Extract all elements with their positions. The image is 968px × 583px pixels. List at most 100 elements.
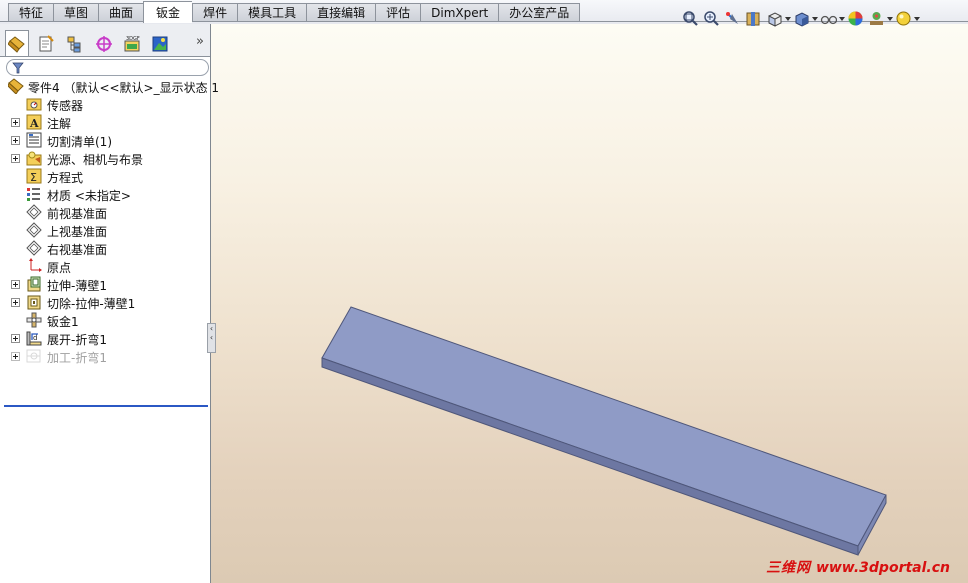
expand-toggle-icon[interactable] [11,298,20,307]
tree-item-label: 展开-折弯1 [47,333,107,347]
plane-icon [26,204,42,220]
section-view-icon[interactable] [745,9,764,28]
tab-0[interactable]: 特征 [8,3,54,22]
feature-tree: 零件4 （默认<<默认>_显示状态 1 传感器 A 注解切割清单(1) 光源、相机与布… [0,77,219,365]
svg-text:d: d [33,334,37,342]
tree-item-label: 材质 <未指定> [47,189,131,203]
expand-toggle-icon[interactable] [11,352,20,361]
tree-item-label: 切割清单(1) [47,135,112,149]
sensors-folder-icon [26,96,42,112]
tree-item-14[interactable]: 加工-折弯1 [0,347,210,365]
part-icon [7,78,24,95]
tree-item-0[interactable]: 传感器 [0,95,210,113]
cut-extrude-thin-icon [26,294,42,310]
tab-5[interactable]: 模具工具 [237,3,307,22]
tree-item-1[interactable]: A 注解 [0,113,210,131]
panel-collapse-handle[interactable]: ‹ ‹ [207,323,216,353]
unfold-icon: d [26,330,42,346]
zoom-to-fit-icon[interactable] [682,9,701,28]
sheet-metal-part-model[interactable] [211,24,968,583]
feature-manager-body: 零件4 （默认<<默认>_显示状态 1 传感器 A 注解切割清单(1) 光源、相机与布… [0,56,219,583]
configuration-manager-icon[interactable] [63,32,87,56]
previous-view-icon[interactable] [724,9,743,28]
view-settings-icon[interactable] [895,9,920,28]
cut-list-icon [26,132,42,148]
expand-toggle-icon[interactable] [11,280,20,289]
rollback-bar[interactable] [4,405,208,407]
svg-text:3DGF: 3DGF [126,36,140,42]
part-top-face [321,306,887,547]
tree-item-label: 原点 [47,261,72,275]
tab-9[interactable]: 办公室产品 [498,3,581,22]
dimxpert-manager-icon[interactable] [92,32,116,56]
tree-item-11[interactable]: 切除-拉伸-薄壁1 [0,293,210,311]
tree-item-label: 拉伸-薄壁1 [47,279,107,293]
tree-item-label: 方程式 [47,171,84,185]
zoom-to-area-icon[interactable] [703,9,722,28]
tab-4[interactable]: 焊件 [192,3,238,22]
svg-text:A: A [29,117,39,130]
tree-item-label: 传感器 [47,99,84,113]
heads-up-view-toolbar [682,8,920,28]
view-orientation-icon[interactable] [766,9,791,28]
feature-manager-tabbar: 3DGF » [0,30,210,57]
tree-item-13[interactable]: d 展开-折弯1 [0,329,210,347]
watermark: 三维网 www.3dportal.cn [766,557,950,577]
hide-show-items-icon[interactable] [820,9,845,28]
tree-item-label: 加工-折弯1 [47,351,107,365]
expand-toggle-icon[interactable] [11,334,20,343]
tree-item-12[interactable]: 钣金1 [0,311,210,329]
tree-root-label: 零件4 （默认<<默认>_显示状态 1 [28,81,220,95]
edit-appearance-icon[interactable] [847,9,866,28]
expand-toggle-icon[interactable] [11,118,20,127]
tree-item-label: 前视基准面 [47,207,108,221]
material-icon [26,186,42,202]
expand-toggle-icon[interactable] [11,136,20,145]
tree-item-label: 光源、相机与布景 [47,153,144,167]
tree-item-6[interactable]: 前视基准面 [0,203,210,221]
tree-item-4[interactable]: Σ 方程式 [0,167,210,185]
tab-6[interactable]: 直接编辑 [306,3,376,22]
lights-cameras-scene-icon [26,150,42,166]
tree-item-9[interactable]: 原点 [0,257,210,275]
tree-item-8[interactable]: 右视基准面 [0,239,210,257]
tab-2[interactable]: 曲面 [98,3,144,22]
feature-manager-tree-icon[interactable] [5,30,29,57]
tree-item-7[interactable]: 上视基准面 [0,221,210,239]
tree-item-label: 右视基准面 [47,243,108,257]
tab-8[interactable]: DimXpert [420,3,499,22]
tree-item-label: 注解 [47,117,72,131]
equations-icon: Σ [26,168,42,184]
svg-text:Σ: Σ [30,171,37,184]
sheet-metal-icon [26,312,42,328]
origin-icon [26,258,42,274]
tree-item-label: 钣金1 [47,315,79,329]
extrude-thin-icon [26,276,42,292]
tree-item-label: 上视基准面 [47,225,108,239]
tab-3[interactable]: 钣金 [143,1,193,23]
tab-7[interactable]: 评估 [375,3,421,22]
appearance-manager-icon[interactable] [148,32,172,56]
plane-icon [26,222,42,238]
tree-item-3[interactable]: 光源、相机与布景 [0,149,210,167]
feature-filter-input[interactable] [6,59,209,76]
tree-item-5[interactable]: 材质 <未指定> [0,185,210,203]
tab-1[interactable]: 草图 [53,3,99,22]
filter-icon [12,62,24,74]
process-bends-icon [26,348,42,364]
feature-manager-panel: 3DGF » 零件4 （默认<<默认>_显示状态 1 传感器 A 注解切割清单(1)… [0,24,219,583]
watermark-url: www.3dportal.cn [815,560,950,576]
property-manager-icon[interactable] [34,32,58,56]
expand-panel-button[interactable]: » [196,34,204,49]
apply-scene-icon[interactable] [868,9,893,28]
tree-item-10[interactable]: 拉伸-薄壁1 [0,275,210,293]
plane-icon [26,240,42,256]
watermark-brand: 三维网 [766,560,812,576]
tree-item-label: 切除-拉伸-薄壁1 [47,297,136,311]
tree-item-2[interactable]: 切割清单(1) [0,131,210,149]
display-manager-icon[interactable]: 3DGF [120,32,144,56]
tree-root-part[interactable]: 零件4 （默认<<默认>_显示状态 1 [0,77,219,95]
expand-toggle-icon[interactable] [11,154,20,163]
graphics-area[interactable]: 三维网 www.3dportal.cn [211,24,968,583]
display-style-icon[interactable] [793,9,818,28]
